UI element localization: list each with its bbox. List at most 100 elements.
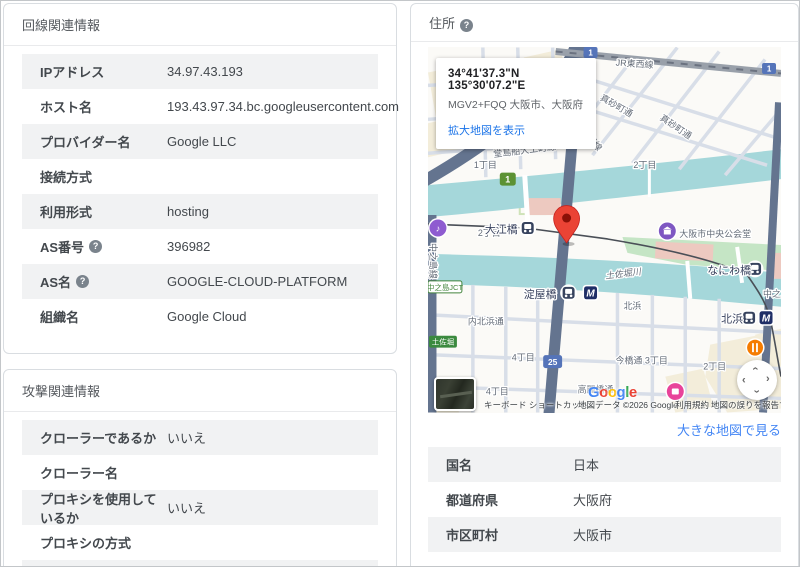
- svg-text:1: 1: [505, 175, 510, 185]
- row-label: クローラーであるか: [40, 431, 157, 446]
- svg-text:1: 1: [588, 48, 593, 57]
- route-shield-1: 1: [583, 47, 598, 58]
- table-row: AS番号 396982: [22, 229, 378, 264]
- table-row: [22, 560, 378, 566]
- address-title: 住所: [411, 4, 798, 42]
- enlarge-map-link[interactable]: 拡大地図を表示: [448, 122, 525, 138]
- row-value: いいえ: [167, 501, 207, 516]
- satellite-view-toggle[interactable]: [434, 377, 476, 411]
- osaka-metro-icon[interactable]: M: [582, 284, 599, 301]
- row-value: hosting: [167, 204, 209, 219]
- svg-text:M: M: [762, 313, 771, 324]
- report-error-link[interactable]: 地図の誤りを報告する: [711, 399, 781, 411]
- landmark-icon[interactable]: [657, 221, 678, 241]
- row-value: 大阪市: [573, 528, 613, 543]
- help-icon[interactable]: [89, 240, 103, 253]
- row-value: 大阪府: [573, 493, 613, 508]
- osaka-metro-icon[interactable]: M: [758, 309, 775, 326]
- svg-text:M: M: [586, 288, 595, 299]
- terms-link[interactable]: 利用規約: [675, 399, 709, 411]
- map-label-nakanoshima-line: 中之島線: [428, 243, 439, 279]
- table-row: ホスト名 193.43.97.34.bc.googleusercontent.c…: [22, 89, 399, 124]
- svg-text:土佐堀: 土佐堀: [432, 337, 454, 347]
- table-row: 利用形式 hosting: [22, 194, 378, 229]
- row-value: Google Cloud: [167, 309, 247, 324]
- map-label-imabashi: 今橋通 3丁目: [615, 355, 667, 366]
- table-row: AS名 GOOGLE-CLOUD-PLATFORM: [22, 264, 378, 299]
- map-label-chome: 2丁目: [703, 362, 726, 372]
- row-label: IPアドレス: [40, 65, 105, 80]
- map-label-oebashi: 大江橋: [485, 222, 518, 236]
- map-label-nakanoshima: 中之島: [763, 288, 781, 299]
- table-row: プロキシの方式: [22, 525, 378, 560]
- kitahama-station-icon[interactable]: [740, 309, 758, 327]
- row-label: プロキシを使用しているか: [40, 491, 157, 526]
- row-label: 都道府県: [446, 493, 499, 508]
- oebashi-station-icon[interactable]: [519, 219, 537, 237]
- attack-info-card: 攻撃関連情報 クローラーであるか いいえ クローラー名 プロキシを使用しているか…: [3, 369, 397, 566]
- row-label: クローラー名: [40, 466, 119, 481]
- music-venue-icon[interactable]: ♪: [428, 218, 448, 238]
- map-label-yodoyabashi: 淀屋橋: [524, 287, 557, 301]
- attack-info-title: 攻撃関連情報: [4, 370, 396, 412]
- map-label-uchikitahama: 内北浜通: [468, 316, 504, 327]
- tosabori-label: 土佐堀: [428, 335, 457, 348]
- nakanoshima-jct-label: 中之島JCT: [428, 280, 463, 294]
- pan-control[interactable]: › › › ›: [737, 360, 777, 400]
- row-label: AS番号: [22, 237, 149, 256]
- row-value: 193.43.97.34.bc.googleusercontent.com: [167, 99, 400, 114]
- pan-left-icon[interactable]: ›: [742, 374, 746, 386]
- route-shield-25: 25: [543, 355, 563, 369]
- map-data-attribution: 地図データ ©2026 Google: [578, 400, 678, 410]
- table-row: プロキシを使用しているか いいえ: [22, 490, 378, 526]
- table-row: 国名 日本: [428, 447, 781, 482]
- row-label: ホスト名: [40, 100, 93, 115]
- table-row: クローラーであるか いいえ: [22, 420, 378, 455]
- table-row: 接続方式: [22, 159, 378, 194]
- keyboard-shortcuts-link[interactable]: キーボード ショートカット: [484, 399, 588, 411]
- line-info-title: 回線関連情報: [4, 4, 396, 46]
- address-table: 国名 日本 都道府県 大阪府 市区町村 大阪市: [428, 447, 781, 552]
- plus-code-text: MGV2+FQQ 大阪市、大阪府: [448, 99, 584, 111]
- coordinates-text: 34°41'37.3"N 135°30'07.2"E: [448, 68, 526, 92]
- row-label: 組織名: [40, 310, 80, 325]
- row-value: 34.97.43.193: [167, 64, 243, 79]
- table-row: プロバイダー名 Google LLC: [22, 124, 378, 159]
- pan-right-icon[interactable]: ›: [766, 374, 770, 385]
- line-info-card: 回線関連情報 IPアドレス 34.97.43.193 ホスト名 193.43.9…: [3, 3, 399, 354]
- row-value: Google LLC: [167, 134, 237, 149]
- row-label: AS名: [22, 272, 149, 291]
- row-value: 日本: [573, 458, 600, 473]
- svg-text:中之島JCT: 中之島JCT: [428, 282, 463, 292]
- help-icon[interactable]: [76, 275, 90, 288]
- pan-up-icon[interactable]: ›: [749, 367, 761, 371]
- yodoyabashi-station-icon[interactable]: [560, 284, 578, 302]
- route-shield-green-1: 1: [499, 172, 516, 186]
- row-value: GOOGLE-CLOUD-PLATFORM: [167, 274, 348, 289]
- ip-lookup-page: 回線関連情報 IPアドレス 34.97.43.193 ホスト名 193.43.9…: [0, 0, 800, 567]
- svg-text:1: 1: [767, 64, 772, 73]
- row-label: 国名: [446, 458, 473, 473]
- map-info-card: 34°41'37.3"N 135°30'07.2"E MGV2+FQQ 大阪市、…: [436, 58, 596, 149]
- restaurant-icon[interactable]: [745, 338, 765, 358]
- pan-down-icon[interactable]: ›: [750, 390, 762, 394]
- route-shield-1: 1: [762, 62, 777, 74]
- map-label-naniwabashi: なにわ橋: [707, 263, 751, 277]
- map-label-kitahama-station: 北浜: [721, 313, 743, 326]
- map-label-chome: 4丁目: [486, 387, 509, 397]
- map-label-chome: 4丁目: [512, 353, 535, 363]
- map-label-central-hall: 大阪市中央公会堂: [679, 228, 751, 239]
- svg-text:25: 25: [548, 357, 558, 367]
- map-footer: キーボード ショートカット 地図データ ©2026 Google 利用規約 地図…: [428, 399, 781, 412]
- row-label: 市区町村: [446, 528, 499, 543]
- svg-text:♪: ♪: [436, 223, 440, 233]
- table-row: 組織名 Google Cloud: [22, 299, 378, 334]
- google-map-embed[interactable]: 1 25 25 1 1 中之島JCT: [428, 47, 781, 413]
- table-row: クローラー名: [22, 455, 378, 490]
- row-label: プロキシの方式: [40, 536, 132, 551]
- help-icon[interactable]: [460, 19, 474, 32]
- view-larger-map-link[interactable]: 大きな地図で見る: [428, 420, 781, 439]
- row-label: 利用形式: [40, 205, 93, 220]
- table-row: IPアドレス 34.97.43.193: [22, 54, 378, 89]
- row-value: いいえ: [167, 431, 207, 446]
